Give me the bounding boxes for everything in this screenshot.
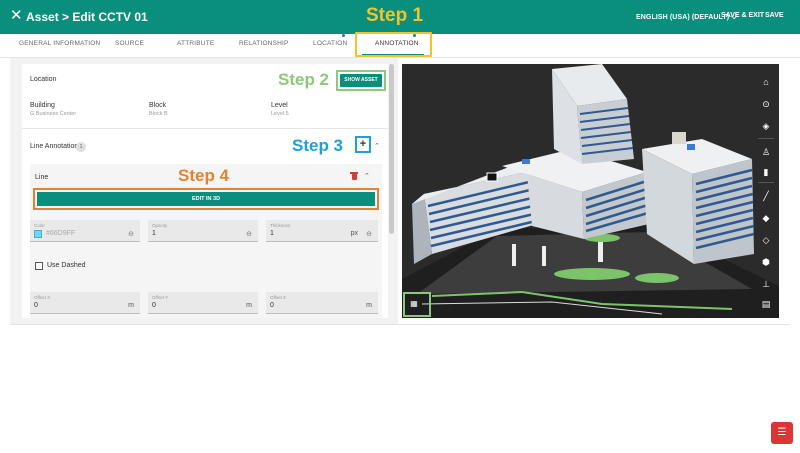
tab-source[interactable]: SOURCE bbox=[115, 40, 144, 47]
offset-x-field[interactable]: Offset X 0 m bbox=[30, 292, 140, 314]
offset-z-field[interactable]: Offset Z 0 m bbox=[266, 292, 378, 314]
language-label: ENGLISH (USA) (DEFAULT) bbox=[636, 14, 730, 21]
step-1-annotation: Step 1 bbox=[366, 5, 424, 26]
annotation-form-panel: Location Step 2 SHOW ASSET Building G Bu… bbox=[22, 64, 388, 318]
opacity-field-label: Opacity bbox=[152, 223, 168, 228]
focus-icon[interactable]: ⊙ bbox=[754, 92, 778, 116]
line-item-title: Line bbox=[35, 174, 49, 181]
cctv-camera-marker[interactable] bbox=[486, 172, 498, 182]
save-and-exit-button[interactable]: SAVE & EXIT bbox=[721, 12, 764, 19]
3d-viewport[interactable] bbox=[402, 64, 779, 318]
close-icon[interactable]: ✕ bbox=[10, 8, 24, 23]
viewport-toolbar: ⌂ ⊙ ◈ ♙ ▮ ╱ ◆ ◇ ⬢ ⊥ ▤ bbox=[754, 70, 778, 314]
opacity-field[interactable]: Opacity 1 ⊖ bbox=[148, 220, 258, 242]
offset-z-value: 0 bbox=[270, 302, 274, 309]
show-asset-button[interactable]: SHOW ASSET bbox=[340, 74, 382, 87]
color-swatch[interactable] bbox=[34, 230, 42, 238]
link-icon[interactable]: ⊖ bbox=[366, 230, 372, 238]
offset-y-unit: m bbox=[246, 302, 252, 309]
page-title: Asset > Edit CCTV 01 bbox=[26, 10, 148, 24]
link-icon[interactable]: ⊖ bbox=[246, 230, 252, 238]
chat-icon[interactable]: ☰ bbox=[771, 422, 793, 444]
thickness-unit: px bbox=[350, 230, 358, 237]
green-island bbox=[554, 268, 630, 280]
offset-y-label: Offset Y bbox=[152, 295, 169, 300]
line-annotation-card: Line Step 4 ⌃ EDIT IN 3D Color #66D9FF ⊖… bbox=[30, 164, 382, 318]
toolbar-separator bbox=[758, 138, 774, 139]
thickness-value: 1 bbox=[270, 230, 274, 237]
tab-attribute[interactable]: ATTRIBUTE bbox=[177, 40, 214, 47]
use-dashed-checkbox[interactable] bbox=[35, 262, 43, 270]
color-field-label: Color bbox=[34, 223, 45, 228]
tab-relationship[interactable]: RELATIONSHIP bbox=[239, 40, 289, 47]
offset-x-value: 0 bbox=[34, 302, 38, 309]
location-section-title: Location bbox=[30, 76, 57, 83]
green-island bbox=[635, 273, 679, 283]
home-icon[interactable]: ⌂ bbox=[754, 70, 778, 94]
layers-icon[interactable]: ◇ bbox=[754, 228, 778, 252]
building-list-icon[interactable]: ▦ bbox=[407, 297, 421, 311]
line-annotation-count-badge: 1 bbox=[76, 142, 86, 152]
building-label: Building bbox=[30, 102, 55, 109]
layers-add-icon[interactable]: ◆ bbox=[754, 206, 778, 230]
chevron-up-icon[interactable]: ⌃ bbox=[374, 142, 380, 150]
step-1-highlight-frame bbox=[355, 32, 432, 57]
level-label: Level bbox=[271, 102, 288, 109]
report-icon[interactable]: ▤ bbox=[754, 292, 778, 316]
edit-in-3d-button[interactable]: EDIT IN 3D bbox=[37, 192, 375, 206]
parking-marking bbox=[512, 244, 516, 266]
thickness-field-label: Thickness bbox=[270, 223, 291, 228]
use-dashed-label: Use Dashed bbox=[47, 262, 86, 269]
color-field[interactable]: Color #66D9FF ⊖ bbox=[30, 220, 140, 242]
delete-icon[interactable] bbox=[350, 172, 358, 180]
step-3-annotation: Step 3 bbox=[292, 136, 344, 155]
3d-building-scene bbox=[402, 64, 779, 318]
step-2-annotation: Step 2 bbox=[278, 70, 330, 89]
link-icon[interactable]: ⊖ bbox=[128, 230, 134, 238]
rooftop-unit bbox=[672, 132, 686, 144]
line-collapse-chevron-icon[interactable]: ⌃ bbox=[364, 172, 370, 180]
rooftop-equipment bbox=[687, 144, 695, 150]
offset-x-label: Offset X bbox=[34, 295, 51, 300]
opacity-value: 1 bbox=[152, 230, 156, 237]
delete-icon-body bbox=[351, 174, 357, 180]
section-divider bbox=[22, 128, 388, 129]
block-value: Block B bbox=[149, 111, 168, 117]
parking-marking bbox=[598, 240, 603, 262]
offset-y-field[interactable]: Offset Y 0 m bbox=[148, 292, 258, 314]
level-value: Level 5 bbox=[271, 111, 289, 117]
fill-icon[interactable]: ◈ bbox=[754, 114, 778, 138]
save-button[interactable]: SAVE bbox=[765, 12, 784, 19]
tab-general-information[interactable]: GENERAL INFORMATION bbox=[19, 40, 100, 47]
camera-icon[interactable]: ▮ bbox=[754, 160, 778, 184]
panel-scrollbar[interactable] bbox=[389, 64, 394, 234]
content-bottom-border bbox=[10, 324, 790, 325]
step-4-annotation: Step 4 bbox=[178, 166, 230, 185]
add-line-annotation-button[interactable]: + bbox=[355, 136, 371, 153]
thickness-field[interactable]: Thickness 1 px ⊖ bbox=[266, 220, 378, 242]
rooftop-equipment bbox=[522, 159, 530, 164]
offset-z-label: Offset Z bbox=[270, 295, 286, 300]
offset-y-value: 0 bbox=[152, 302, 156, 309]
tab-location[interactable]: LOCATION bbox=[313, 40, 347, 47]
box-icon[interactable]: ⬢ bbox=[754, 250, 778, 274]
block-label: Block bbox=[149, 102, 167, 109]
line-annotation-title: Line Annotation bbox=[30, 143, 79, 150]
toolbar-separator bbox=[758, 182, 774, 183]
building-value: G Business Center bbox=[30, 111, 77, 117]
offset-z-unit: m bbox=[366, 302, 372, 309]
offset-x-unit: m bbox=[128, 302, 134, 309]
measure-icon[interactable]: ╱ bbox=[754, 184, 778, 208]
parking-marking bbox=[542, 246, 546, 266]
color-value: #66D9FF bbox=[46, 230, 76, 237]
tab-location-indicator bbox=[342, 34, 345, 37]
